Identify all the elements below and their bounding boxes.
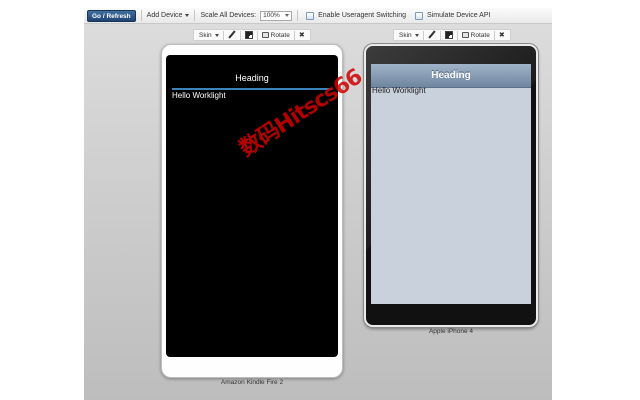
toolbar-divider <box>194 10 196 21</box>
iphone-device-name: Apple iPhone 4 <box>428 328 474 335</box>
bar-divider <box>456 30 458 40</box>
bar-divider <box>256 30 258 40</box>
close-icon[interactable]: ✖ <box>499 31 505 39</box>
qr-code-icon[interactable] <box>244 31 253 39</box>
kindle-device-name: Amazon Kindle Fire 2 <box>220 379 284 386</box>
kindle-body-text: Hello Worklight <box>172 91 226 100</box>
bar-divider <box>222 30 224 40</box>
iphone-body-text: Hello Worklight <box>372 86 426 95</box>
skin-label: Skin <box>399 31 412 39</box>
simulate-label: Simulate Device API <box>427 12 491 19</box>
scale-label: Scale All Devices: <box>200 12 257 19</box>
checkbox-icon[interactable] <box>306 11 315 20</box>
pencil-icon[interactable] <box>428 31 436 39</box>
bar-divider <box>422 30 424 40</box>
qr-code-icon[interactable] <box>444 31 453 39</box>
scale-select[interactable]: 100% <box>260 10 293 21</box>
iphone-control-bar: Skin Rotate ✖ <box>393 29 511 41</box>
toolbar-divider <box>297 10 299 21</box>
bar-divider <box>439 30 441 40</box>
caret-down-icon <box>285 14 290 17</box>
caret-down-icon <box>185 14 190 17</box>
rotate-button[interactable]: Rotate <box>261 31 290 39</box>
caret-down-icon <box>214 33 219 37</box>
simulate-api-toggle[interactable]: Simulate Device API <box>412 11 491 20</box>
useragent-toggle[interactable]: Enable Useragent Switching <box>303 11 407 20</box>
rotate-button[interactable]: Rotate <box>461 31 490 39</box>
kindle-control-bar: Skin Rotate ✖ <box>193 29 311 41</box>
toolbar-divider <box>140 10 142 21</box>
kindle-heading: Heading <box>235 73 269 83</box>
add-device-label: Add Device <box>146 12 183 19</box>
bar-divider <box>293 30 295 40</box>
simulator-toolbar: Go / Refresh Add Device Scale All Device… <box>84 8 552 24</box>
rotate-label: Rotate <box>470 31 490 39</box>
go-refresh-button[interactable]: Go / Refresh <box>87 9 136 22</box>
rotate-label: Rotate <box>270 31 290 39</box>
iphone-screen[interactable] <box>371 64 531 304</box>
add-device-menu[interactable]: Add Device <box>147 12 190 19</box>
caret-down-icon <box>414 33 419 37</box>
pencil-icon[interactable] <box>228 31 236 39</box>
bar-divider <box>493 30 495 40</box>
rotate-icon <box>261 32 269 38</box>
skin-menu[interactable]: Skin <box>399 32 419 39</box>
scale-value: 100% <box>263 12 280 19</box>
skin-menu[interactable]: Skin <box>199 32 219 39</box>
checkbox-icon[interactable] <box>415 11 424 20</box>
bar-divider <box>239 30 241 40</box>
close-icon[interactable]: ✖ <box>299 31 305 39</box>
iphone-heading: Heading <box>431 70 471 81</box>
scale-control: Scale All Devices: 100% <box>200 10 293 21</box>
useragent-label: Enable Useragent Switching <box>318 12 407 19</box>
rotate-icon <box>461 32 469 38</box>
skin-label: Skin <box>199 31 212 39</box>
